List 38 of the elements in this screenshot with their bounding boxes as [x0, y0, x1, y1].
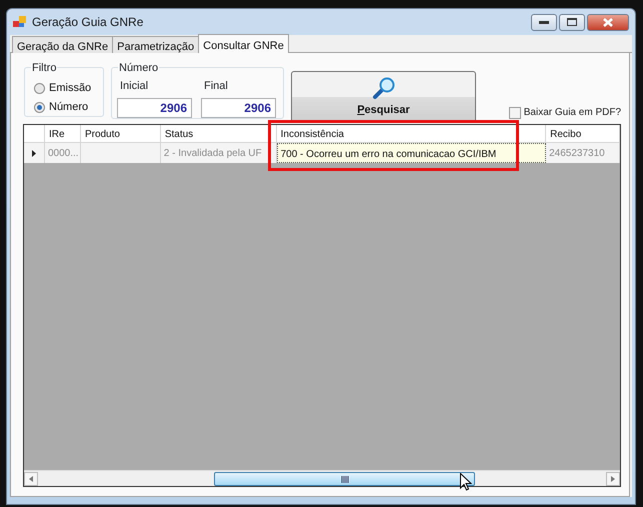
scroll-right-button[interactable] — [606, 472, 620, 486]
tab[interactable]: Parametrização — [112, 36, 200, 53]
right-arrow-icon — [611, 476, 615, 482]
checkbox-label: Baixar Guia em PDF? — [524, 106, 622, 120]
field-label: Final — [204, 79, 229, 94]
search-icon — [372, 76, 396, 100]
minimize-button[interactable] — [531, 14, 557, 30]
table-cell: 2465237310 — [546, 143, 620, 163]
close-button[interactable] — [587, 14, 629, 30]
column-header: Inconsistência — [276, 125, 546, 143]
field-label: Inicial — [120, 79, 150, 94]
table-cell: 0000... — [44, 143, 81, 163]
maximize-icon — [567, 18, 577, 26]
column-header: Recibo — [546, 125, 620, 143]
app-icon — [13, 16, 26, 28]
close-icon — [603, 18, 613, 26]
minimize-icon — [539, 20, 549, 24]
current-row-icon — [32, 150, 36, 156]
number-field[interactable]: 2906 — [117, 98, 192, 118]
window-title: Geração Guia GNRe — [32, 14, 144, 31]
radio-option[interactable]: Número — [34, 99, 103, 116]
radio-option[interactable]: Emissão — [34, 80, 103, 96]
scroll-left-button[interactable] — [24, 472, 38, 486]
maximize-button[interactable] — [559, 14, 585, 30]
column-header: Status — [160, 125, 277, 143]
table-cell: 2 - Invalidada pela UF — [160, 143, 277, 163]
column-header: Produto — [80, 125, 161, 143]
mouse-cursor-icon — [460, 473, 472, 491]
horizontal-scrollbar[interactable] — [24, 470, 620, 486]
search-button[interactable]: Pesquisar — [291, 71, 476, 123]
tab[interactable]: Consultar GNRe — [198, 34, 289, 53]
left-arrow-icon — [29, 476, 33, 482]
scrollbar-thumb[interactable] — [214, 472, 475, 486]
table-cell: 700 - Ocorreu um erro na comunicacao GCI/IBM — [276, 143, 546, 163]
tab[interactable]: Geração da GNRe — [12, 36, 114, 53]
column-header: IRe — [44, 125, 81, 143]
number-field[interactable]: 2906 — [201, 98, 276, 118]
pdf-checkbox[interactable] — [509, 106, 521, 118]
